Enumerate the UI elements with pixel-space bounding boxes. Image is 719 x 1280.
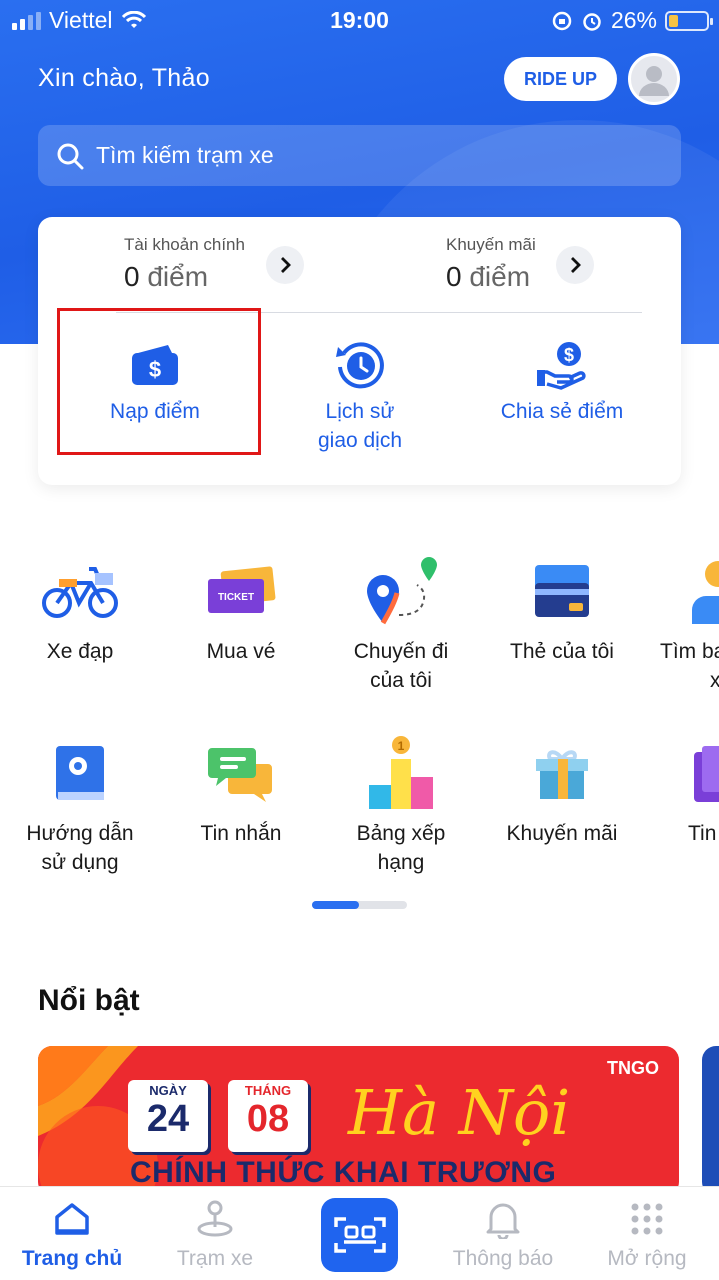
person-icon [692,561,719,624]
bell-icon [486,1203,520,1239]
tab-more[interactable]: Mở rộng [575,1197,719,1271]
promo-account-unit: điểm [469,261,531,292]
highlight-box [57,308,261,455]
service-my-cards[interactable]: Thẻ của tôi [487,551,637,666]
svg-text:$: $ [564,345,574,365]
history-label-line1: Lịch sử [325,400,395,423]
promo-account-amount: 0 [446,261,462,292]
next-banner[interactable] [702,1046,719,1196]
main-account-chevron-button[interactable] [266,246,304,284]
banner-day-value: 24 [146,1098,190,1140]
greeting-text: Xin chào, Thảo [38,64,210,92]
service-label-line1: Chuyến đi [353,640,449,663]
ticket-icon: TICKET [208,566,276,613]
chat-icon [208,748,272,802]
service-label-line2: hạng [377,851,425,874]
bicycle-icon [42,567,118,618]
hand-coin-icon: $ [537,342,586,390]
services-pager [312,901,407,909]
featured-section-title: Nổi bật [38,984,140,1017]
battery-percent: 26% [610,7,657,33]
service-label: Tin nhắn [200,822,282,845]
tab-stations[interactable]: Trạm xe [143,1197,287,1271]
banner-brand-logo: TNGO [607,1058,659,1078]
service-buy-ticket[interactable]: TICKET Mua vé [166,551,316,666]
service-label: Khuyến mãi [506,822,618,845]
station-pin-icon [197,1200,233,1237]
service-label: Thẻ của tôi [510,640,614,663]
tab-label: Trạm xe [176,1247,254,1270]
service-label-line2: của tôi [370,669,432,692]
guide-book-icon [56,746,104,800]
service-messages[interactable]: Tin nhắn [166,733,316,848]
news-icon [694,746,719,802]
home-icon [55,1203,89,1235]
promo-account[interactable]: Khuyến mãi 0 điểm [446,235,536,293]
ride-up-button[interactable]: RIDE UP [504,57,617,101]
service-label: Tin [688,822,717,845]
search-placeholder: Tìm kiếm trạm xe [96,142,274,168]
service-leaderboard[interactable]: 1 Bảng xếp hạng [326,733,476,877]
banner-month-card: THÁNG 08 [228,1080,308,1152]
tab-home[interactable]: Trang chủ [0,1197,144,1271]
gift-icon [536,750,588,799]
search-bar[interactable]: Tìm kiếm trạm xe [38,125,681,186]
avatar[interactable] [628,53,680,105]
service-label-line1: Hướng dẫn [26,822,134,845]
tab-label: Trang chủ [21,1247,123,1270]
history-label-line2: giao dịch [317,429,403,452]
promo-account-chevron-button[interactable] [556,246,594,284]
history-clock-icon [336,342,384,389]
main-account[interactable]: Tài khoản chính 0 điểm [124,235,245,293]
service-news[interactable]: Tin [648,733,719,848]
scan-icon [333,1217,386,1253]
banner-headline: CHÍNH THỨC KHAI TRƯƠNG [130,1156,557,1189]
tab-label: Thông báo [452,1247,554,1270]
banner-day-label: NGÀY [149,1083,187,1098]
scan-qr-button[interactable] [321,1198,398,1272]
main-account-unit: điểm [147,261,209,292]
share-points-label: Chia sẻ điểm [500,400,624,423]
service-bicycle[interactable]: Xe đạp [5,551,155,666]
credit-card-icon [535,565,589,617]
svg-text:TICKET: TICKET [218,592,254,603]
service-label: Xe đạp [46,640,114,663]
chevron-right-icon [571,257,581,273]
service-label: Mua vé [206,640,276,663]
status-bar: Viettel 19:00 26% [0,0,719,40]
pager-active-indicator [312,901,359,909]
service-label-line1: Tìm ba [660,640,719,663]
rotation-lock-icon [552,11,572,30]
route-pin-icon [367,557,437,625]
transaction-history-button[interactable]: Lịch sử giao dịch [270,335,450,455]
service-my-trips[interactable]: Chuyến đi của tôi [326,551,476,695]
battery-icon [665,10,713,31]
tab-notifications[interactable]: Thông báo [431,1197,575,1271]
banner-day-card: NGÀY 24 [128,1080,208,1152]
alarm-icon [583,12,601,31]
service-promotions[interactable]: Khuyến mãi [487,733,637,848]
service-find-partner[interactable]: Tìm ba x [648,551,719,695]
leaderboard-icon: 1 [369,736,433,809]
svg-text:1: 1 [398,739,405,753]
tab-label: Mở rộng [607,1247,687,1270]
service-label-line2: sử dụng [41,851,119,874]
chevron-right-icon [281,257,291,273]
user-avatar-icon [639,66,669,96]
service-user-guide[interactable]: Hướng dẫn sử dụng [5,733,155,877]
main-account-label: Tài khoản chính [124,235,245,254]
banner-month-label: THÁNG [244,1083,292,1098]
grid-dots-icon [631,1203,663,1235]
service-label-line2: x [710,669,719,692]
service-label-line1: Bảng xếp [356,822,446,845]
share-points-button[interactable]: $ Chia sẻ điểm [467,335,657,426]
search-icon [57,143,84,169]
featured-banner[interactable]: NGÀY 24 THÁNG 08 Hà Nội CHÍNH THỨC KHAI … [38,1046,679,1196]
banner-city: Hà Nội [348,1076,571,1149]
banner-month-value: 08 [246,1098,290,1140]
main-account-amount: 0 [124,261,140,292]
promo-account-label: Khuyến mãi [446,235,536,254]
